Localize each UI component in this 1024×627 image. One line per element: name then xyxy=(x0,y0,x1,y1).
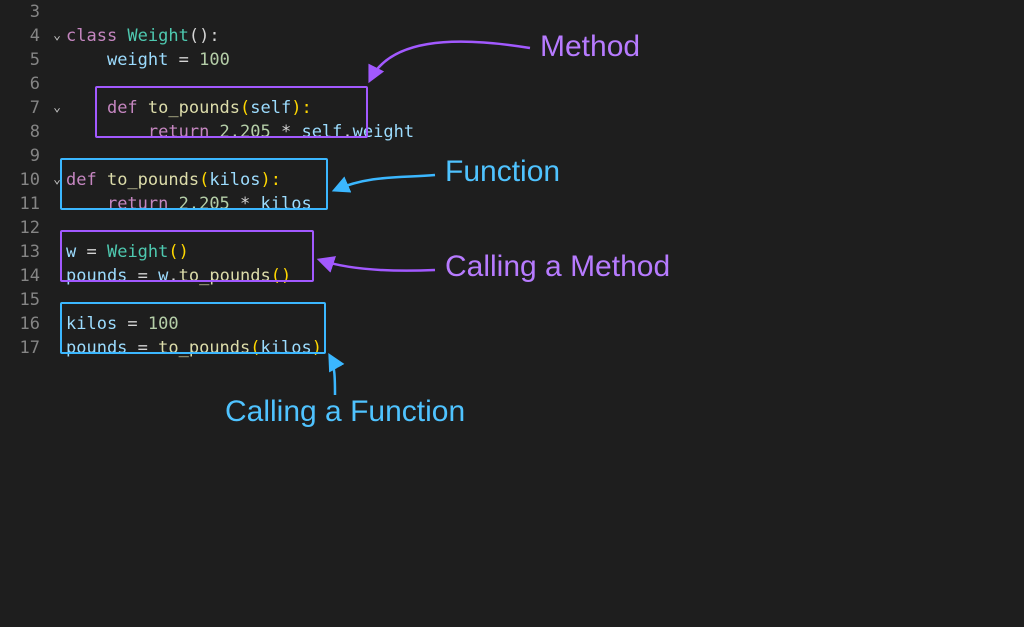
code-content[interactable]: def to_pounds(kilos): xyxy=(66,168,281,192)
code-line[interactable]: 15 xyxy=(0,288,1024,312)
line-number: 12 xyxy=(0,216,48,240)
code-content[interactable]: w = Weight() xyxy=(66,240,189,264)
fold-chevron-icon[interactable]: ⌄ xyxy=(48,168,66,192)
code-content[interactable]: kilos = 100 xyxy=(66,312,179,336)
code-line[interactable]: 5 weight = 100 xyxy=(0,48,1024,72)
line-number: 8 xyxy=(0,120,48,144)
line-number: 17 xyxy=(0,336,48,360)
code-content[interactable]: pounds = w.to_pounds() xyxy=(66,264,291,288)
code-line[interactable]: 13 w = Weight() xyxy=(0,240,1024,264)
line-number: 5 xyxy=(0,48,48,72)
code-content[interactable]: return 2.205 * self.weight xyxy=(66,120,414,144)
line-number: 11 xyxy=(0,192,48,216)
code-line[interactable]: 16 kilos = 100 xyxy=(0,312,1024,336)
line-number: 16 xyxy=(0,312,48,336)
code-line[interactable]: 4⌄class Weight(): xyxy=(0,24,1024,48)
code-line[interactable]: 8 return 2.205 * self.weight xyxy=(0,120,1024,144)
code-content[interactable]: pounds = to_pounds(kilos) xyxy=(66,336,322,360)
code-line[interactable]: 7⌄ def to_pounds(self): xyxy=(0,96,1024,120)
code-line[interactable]: 10⌄def to_pounds(kilos): xyxy=(0,168,1024,192)
code-editor[interactable]: 34⌄class Weight():5 weight = 10067⌄ def … xyxy=(0,0,1024,360)
line-number: 13 xyxy=(0,240,48,264)
line-number: 10 xyxy=(0,168,48,192)
line-number: 14 xyxy=(0,264,48,288)
line-number: 3 xyxy=(0,0,48,24)
code-content[interactable]: class Weight(): xyxy=(66,24,220,48)
fold-chevron-icon[interactable]: ⌄ xyxy=(48,96,66,120)
line-number: 6 xyxy=(0,72,48,96)
calling-function-label: Calling a Function xyxy=(225,395,465,429)
line-number: 4 xyxy=(0,24,48,48)
line-number: 15 xyxy=(0,288,48,312)
calling-function-arrow xyxy=(330,356,335,395)
code-content[interactable]: return 2.205 * kilos xyxy=(66,192,312,216)
code-content[interactable]: def to_pounds(self): xyxy=(66,96,312,120)
fold-chevron-icon[interactable]: ⌄ xyxy=(48,24,66,48)
code-line[interactable]: 11 return 2.205 * kilos xyxy=(0,192,1024,216)
code-line[interactable]: 14 pounds = w.to_pounds() xyxy=(0,264,1024,288)
code-line[interactable]: 17 pounds = to_pounds(kilos) xyxy=(0,336,1024,360)
code-line[interactable]: 3 xyxy=(0,0,1024,24)
code-content[interactable]: weight = 100 xyxy=(66,48,230,72)
code-line[interactable]: 6 xyxy=(0,72,1024,96)
code-line[interactable]: 12 xyxy=(0,216,1024,240)
line-number: 7 xyxy=(0,96,48,120)
line-number: 9 xyxy=(0,144,48,168)
code-line[interactable]: 9 xyxy=(0,144,1024,168)
